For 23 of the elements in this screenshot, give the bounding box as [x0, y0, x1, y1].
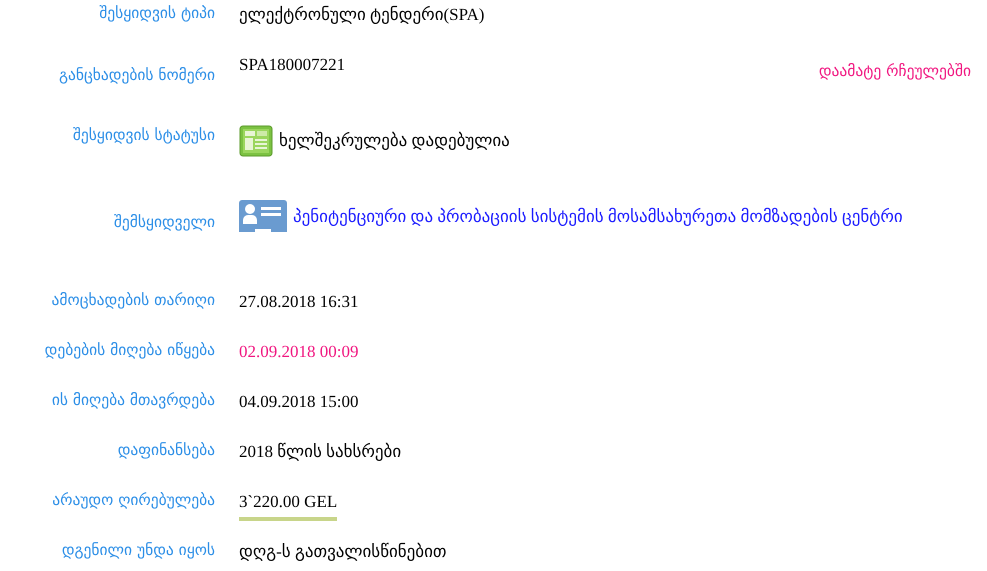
- field-label: განცხადების ნომერი: [58, 65, 215, 86]
- amount-text: 3`220.00 GEL: [239, 489, 338, 520]
- contact-card-icon: [239, 200, 287, 232]
- value-text: SPA180007221: [239, 54, 346, 76]
- field-label: დაფინანსება: [116, 440, 215, 461]
- field-label: შემსყიდველი: [112, 212, 215, 233]
- add-to-favorites-link[interactable]: დაამატე რჩეულებში: [818, 52, 971, 84]
- field-label: შესყიდვის ტიპი: [98, 3, 215, 24]
- value-text: დღგ-ს გათვალისწინებით: [239, 541, 447, 563]
- field-label: ის მიღება მთავრდება: [50, 390, 215, 411]
- value-text: 2018 წლის სახსრები: [239, 441, 402, 463]
- field-label: ამოცხადების თარიღი: [50, 290, 215, 311]
- status-text: ხელშეკრულება დადებულია: [279, 130, 510, 152]
- field-label: შესყიდვის სტატუსი: [72, 125, 215, 146]
- field-label: დებების მიღება იწყება: [44, 340, 215, 361]
- value-text: 27.08.2018 16:31: [239, 291, 358, 313]
- organization-link[interactable]: პენიტენციური და პრობაციის სისტემის მოსამსახურეთა მომზადების ცენტრი: [293, 197, 973, 237]
- value-text: ელექტრონული ტენდერი(SPA): [239, 4, 484, 26]
- value-text: 02.09.2018 00:09: [239, 341, 358, 363]
- field-label: დგენილი უნდა იყოს: [60, 540, 215, 561]
- value-text: 04.09.2018 15:00: [239, 391, 358, 413]
- newspaper-icon: [239, 124, 273, 158]
- field-label: არაუდო ღირებულება: [51, 490, 215, 511]
